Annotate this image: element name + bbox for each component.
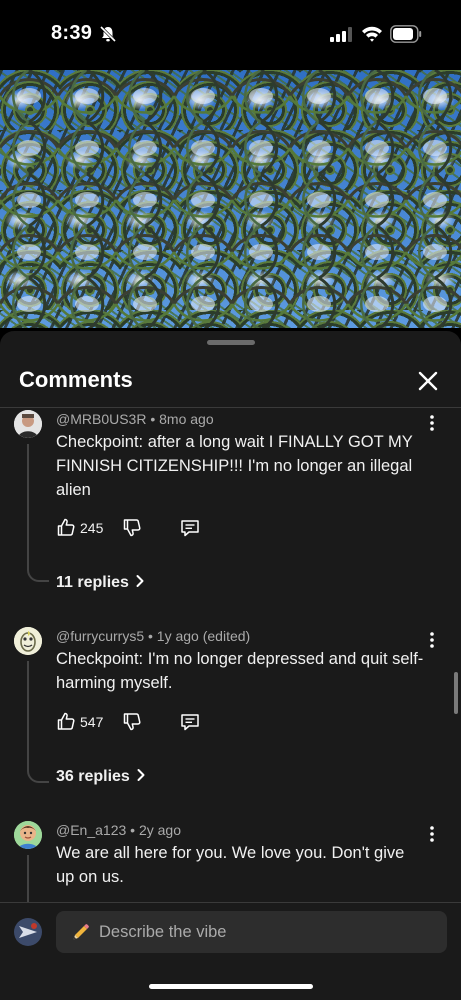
scrollbar[interactable] bbox=[454, 672, 458, 714]
avatar[interactable] bbox=[14, 627, 42, 655]
status-time: 8:39 bbox=[51, 22, 93, 44]
avatar-image bbox=[14, 918, 42, 946]
comment-age: 2y ago bbox=[138, 822, 182, 838]
comment-input-placeholder: Describe the vibe bbox=[99, 923, 227, 941]
comment-input[interactable]: Describe the vibe bbox=[56, 911, 447, 953]
comment-meta: @En_a123 • 2y ago bbox=[56, 822, 182, 838]
kebab-icon[interactable] bbox=[425, 414, 439, 432]
avatar[interactable] bbox=[14, 821, 42, 849]
thread-line bbox=[27, 661, 29, 771]
dislike-icon[interactable] bbox=[122, 712, 142, 732]
view-replies-button[interactable]: 11 replies bbox=[56, 574, 145, 592]
comment-age: 8mo ago bbox=[159, 411, 214, 427]
compose-divider bbox=[0, 902, 461, 903]
comment-age: 1y ago (edited) bbox=[156, 628, 251, 644]
signal-icon bbox=[330, 27, 352, 42]
kebab-icon[interactable] bbox=[425, 631, 439, 649]
comment-text: Checkpoint: I'm no longer depressed and … bbox=[56, 650, 424, 692]
home-indicator[interactable] bbox=[149, 984, 313, 989]
thread-curve bbox=[27, 568, 49, 582]
comments-sheet: Comments @MRB0US3R • 8mo ago Checkpoint:… bbox=[0, 331, 461, 1000]
video-player[interactable] bbox=[0, 70, 461, 328]
user-avatar[interactable] bbox=[14, 918, 42, 946]
wifi-icon bbox=[362, 26, 382, 42]
video-frame-pattern bbox=[0, 70, 461, 328]
like-icon[interactable] bbox=[56, 517, 76, 537]
sheet-title: Comments bbox=[19, 367, 133, 392]
chevron-right-icon bbox=[137, 769, 145, 781]
comment-meta: @MRB0US3R • 8mo ago bbox=[56, 411, 214, 427]
close-icon[interactable] bbox=[414, 367, 442, 395]
comment-meta: @furrycurrys5 • 1y ago (edited) bbox=[56, 628, 251, 644]
like-icon[interactable] bbox=[56, 711, 76, 731]
avatar-image bbox=[14, 410, 42, 438]
drag-handle[interactable] bbox=[207, 340, 255, 345]
reply-icon[interactable] bbox=[180, 518, 200, 538]
thread-curve bbox=[27, 769, 49, 783]
comment-text: Checkpoint: after a long wait I FINALLY … bbox=[56, 433, 413, 499]
reply-icon[interactable] bbox=[180, 712, 200, 732]
comment-text: We are all here for you. We love you. Do… bbox=[56, 844, 405, 886]
view-replies-button[interactable]: 36 replies bbox=[56, 768, 146, 786]
battery-icon bbox=[390, 25, 422, 43]
like-count: 547 bbox=[80, 714, 104, 730]
avatar-image bbox=[14, 627, 42, 655]
comments-list[interactable]: @MRB0US3R • 8mo ago Checkpoint: after a … bbox=[0, 408, 461, 902]
avatar-image bbox=[14, 821, 42, 849]
comment-author[interactable]: @En_a123 bbox=[56, 822, 126, 838]
replies-count: 36 replies bbox=[56, 768, 130, 785]
comment-author[interactable]: @MRB0US3R bbox=[56, 411, 146, 427]
kebab-icon[interactable] bbox=[425, 825, 439, 843]
replies-count: 11 replies bbox=[56, 574, 129, 591]
status-bar: 8:39 bbox=[0, 0, 461, 70]
pencil-icon bbox=[73, 924, 89, 940]
comment-author[interactable]: @furrycurrys5 bbox=[56, 628, 144, 644]
thread-line bbox=[27, 444, 29, 570]
thread-line bbox=[27, 855, 29, 902]
chevron-right-icon bbox=[136, 575, 144, 587]
dislike-icon[interactable] bbox=[122, 518, 142, 538]
bell-slash-icon bbox=[99, 25, 117, 43]
avatar[interactable] bbox=[14, 410, 42, 438]
like-count: 245 bbox=[80, 520, 104, 536]
